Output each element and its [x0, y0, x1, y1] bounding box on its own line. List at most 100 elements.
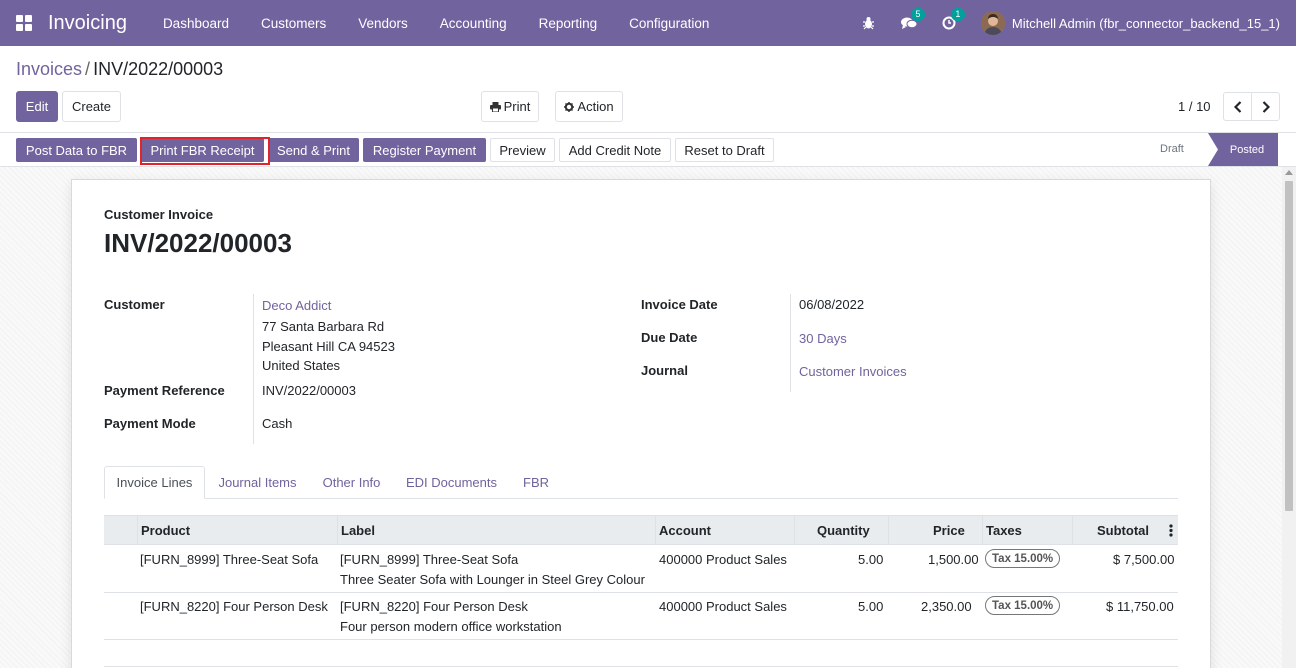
row-1-product[interactable]: [FURN_8999] Three-Seat Sofa [140, 552, 318, 567]
invoice-number: INV/2022/00003 [104, 228, 292, 258]
journal-label: Journal [641, 363, 688, 378]
row-2-tax-badge[interactable]: Tax 15.00% [985, 596, 1061, 615]
row-divider [104, 666, 1178, 667]
user-avatar[interactable] [980, 11, 1005, 35]
column-quantity[interactable]: Quantity [817, 523, 870, 538]
row-2-account[interactable]: 400000 Product Sales [659, 599, 787, 614]
menu-reporting[interactable]: Reporting [523, 16, 614, 31]
address-line-1: 77 Santa Barbara Rd [262, 319, 385, 334]
tab-invoice-lines[interactable]: Invoice Lines [104, 466, 205, 499]
top-navbar: Invoicing Dashboard Customers Vendors Ac… [0, 0, 1296, 46]
invoice-date-value[interactable]: 06/08/2022 [799, 297, 864, 312]
column-taxes[interactable]: Taxes [986, 523, 1022, 538]
row-1-label[interactable]: [FURN_8999] Three-Seat Sofa [340, 552, 518, 567]
menu-customers[interactable]: Customers [245, 16, 342, 31]
chevron-left-icon [1233, 100, 1241, 113]
scrollbar-thumb[interactable] [1285, 181, 1293, 511]
messages-chat-icon[interactable]: 5 [900, 8, 925, 31]
row-divider [104, 592, 1178, 593]
column-separator [655, 516, 656, 545]
customer-link[interactable]: Deco Addict [262, 298, 331, 313]
row-2-product[interactable]: [FURN_8220] Four Person Desk [140, 599, 328, 614]
vertical-scrollbar[interactable] [1282, 167, 1296, 668]
action-label: Action [577, 99, 614, 114]
breadcrumb-current: INV/2022/00003 [93, 59, 224, 79]
action-button[interactable]: Action [555, 91, 623, 122]
optional-columns-icon[interactable] [1169, 524, 1173, 537]
add-credit-note-button[interactable]: Add Credit Note [559, 138, 671, 162]
chevron-right-icon [1262, 100, 1270, 113]
row-1-quantity[interactable]: 5.00 [858, 552, 883, 567]
field-divider-right [790, 294, 791, 392]
tab-other-info[interactable]: Other Info [310, 466, 393, 499]
column-separator [337, 516, 338, 545]
send-print-button[interactable]: Send & Print [268, 138, 359, 162]
print-fbr-receipt-button[interactable]: Print FBR Receipt [141, 138, 264, 162]
row-2-label[interactable]: [FURN_8220] Four Person Desk [340, 599, 528, 614]
address-line-3: United States [262, 358, 341, 373]
column-label[interactable]: Label [341, 523, 375, 538]
row-1-label-description[interactable]: Three Seater Sofa with Lounger in Steel … [340, 572, 645, 587]
pager-previous-button[interactable] [1223, 92, 1252, 121]
status-bar: Post Data to FBR Print FBR Receipt Send … [0, 132, 1296, 167]
column-price[interactable]: Price [933, 523, 965, 538]
row-1-tax-badge[interactable]: Tax 15.00% [985, 549, 1061, 568]
tab-journal-items[interactable]: Journal Items [207, 466, 308, 499]
post-data-fbr-button[interactable]: Post Data to FBR [16, 138, 137, 162]
document-type: Customer Invoice [104, 207, 214, 222]
pager-value[interactable]: 1 / 10 [1178, 99, 1211, 114]
table-header: Product Label Account Quantity Price Tax… [104, 515, 1178, 545]
column-separator [888, 516, 889, 545]
print-label: Print [503, 99, 531, 114]
tab-edi-documents[interactable]: EDI Documents [395, 466, 508, 499]
menu-accounting[interactable]: Accounting [424, 16, 523, 31]
column-product[interactable]: Product [141, 523, 190, 538]
row-2-subtotal: $ 11,750.00 [1106, 599, 1174, 614]
register-payment-button[interactable]: Register Payment [363, 138, 486, 162]
payment-mode-value[interactable]: Cash [262, 416, 292, 431]
breadcrumb: Invoices / INV/2022/00003 [16, 59, 223, 80]
invoice-date-label: Invoice Date [641, 297, 718, 312]
menu-dashboard[interactable]: Dashboard [147, 16, 245, 31]
column-account[interactable]: Account [659, 523, 711, 538]
pager-next-button[interactable] [1251, 92, 1280, 121]
edit-button[interactable]: Edit [16, 91, 58, 122]
stage-posted[interactable]: Posted [1208, 133, 1278, 166]
print-button[interactable]: Print [481, 91, 539, 122]
payment-reference-label: Payment Reference [104, 383, 225, 398]
gear-icon [564, 101, 575, 112]
row-divider [104, 639, 1178, 640]
customer-label: Customer [104, 297, 165, 312]
apps-menu-icon[interactable] [16, 15, 32, 31]
stage-draft[interactable]: Draft [1160, 143, 1184, 155]
app-title[interactable]: Invoicing [48, 12, 127, 35]
payment-reference-value[interactable]: INV/2022/00003 [262, 383, 356, 398]
menu-vendors[interactable]: Vendors [342, 16, 424, 31]
messages-count-badge: 5 [910, 8, 925, 21]
preview-button[interactable]: Preview [490, 138, 555, 162]
breadcrumb-invoices-link[interactable]: Invoices [16, 59, 82, 79]
row-2-quantity[interactable]: 5.00 [858, 599, 883, 614]
activities-count-badge: 1 [950, 8, 965, 21]
row-2-price[interactable]: 2,350.00 [921, 599, 972, 614]
tab-fbr[interactable]: FBR [510, 466, 562, 499]
user-menu[interactable]: Mitchell Admin (fbr_connector_backend_15… [1012, 16, 1280, 31]
due-date-value[interactable]: 30 Days [799, 331, 847, 346]
journal-link[interactable]: Customer Invoices [799, 364, 907, 379]
column-separator [794, 516, 795, 545]
column-subtotal[interactable]: Subtotal [1097, 523, 1149, 538]
scroll-up-arrow-icon[interactable] [1285, 170, 1293, 175]
column-separator [137, 516, 138, 545]
address-line-2: Pleasant Hill CA 94523 [262, 339, 395, 354]
row-1-price[interactable]: 1,500.00 [928, 552, 979, 567]
due-date-label: Due Date [641, 330, 698, 345]
field-divider-left [253, 294, 254, 444]
activity-clock-icon[interactable]: 1 [941, 8, 965, 31]
create-button[interactable]: Create [62, 91, 121, 122]
reset-to-draft-button[interactable]: Reset to Draft [675, 138, 774, 162]
row-1-account[interactable]: 400000 Product Sales [659, 552, 787, 567]
row-2-label-description[interactable]: Four person modern office workstation [340, 619, 562, 634]
column-separator [982, 516, 983, 545]
menu-configuration[interactable]: Configuration [613, 16, 725, 31]
debug-bug-icon[interactable] [861, 15, 877, 31]
